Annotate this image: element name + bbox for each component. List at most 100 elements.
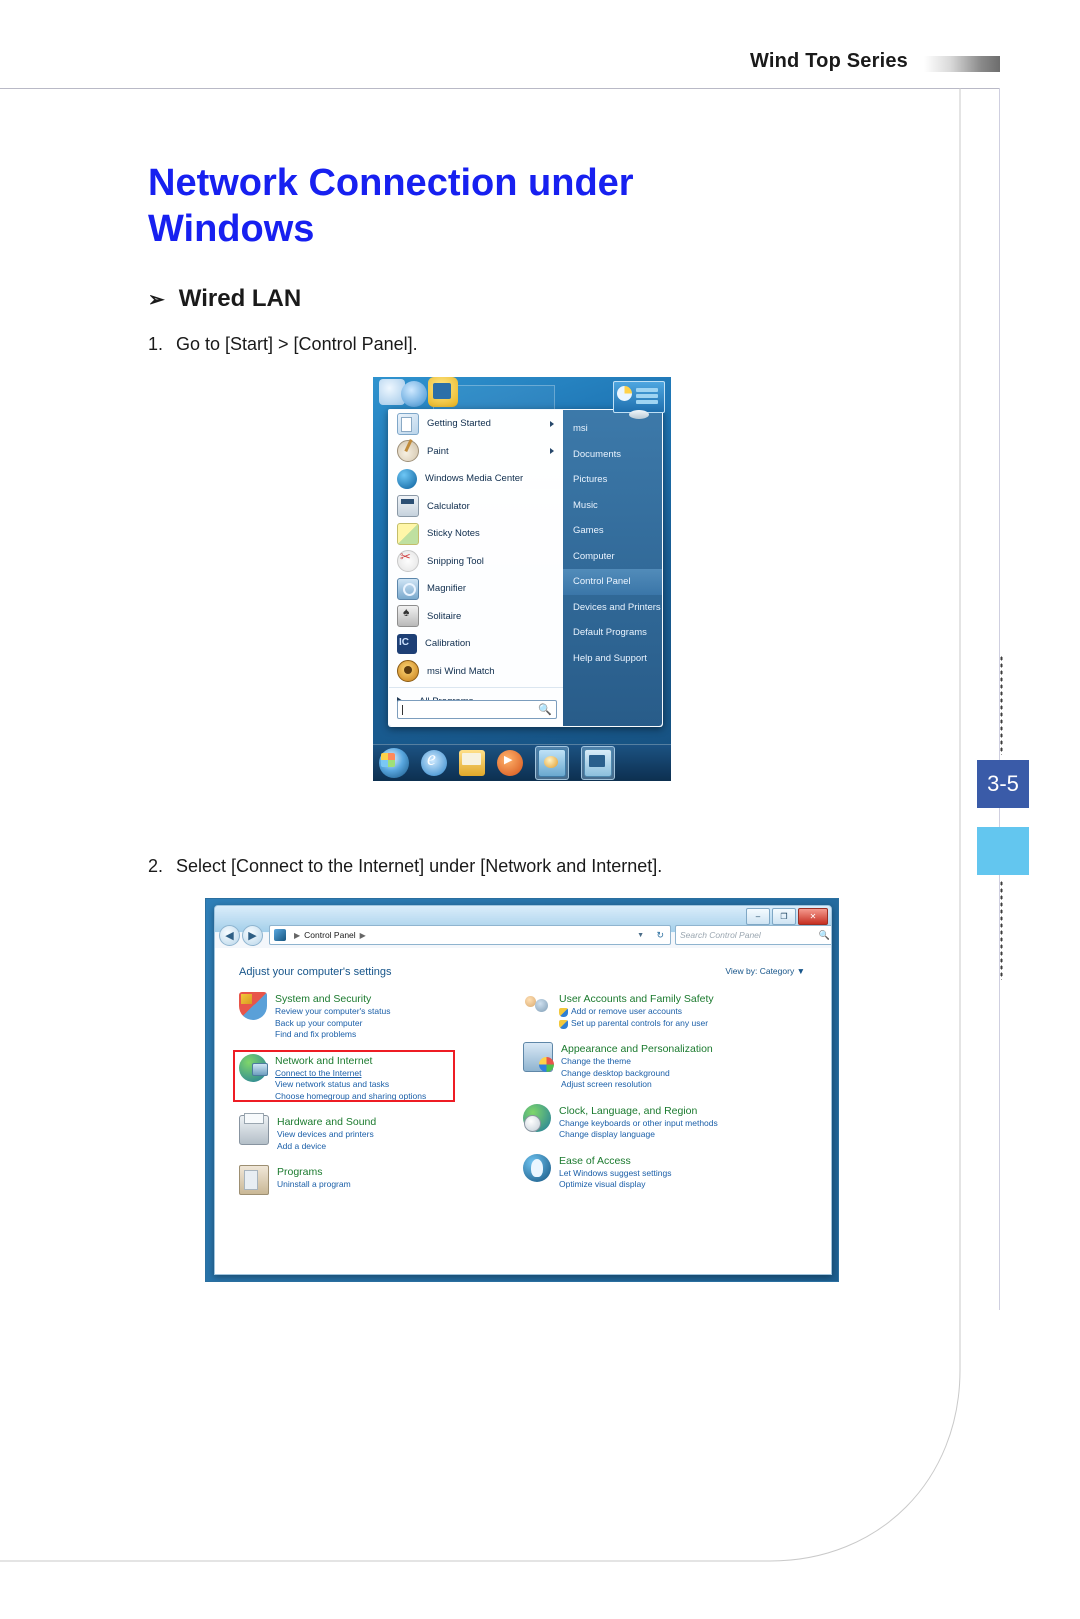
address-bar[interactable]: ▶ Control Panel ▶ ▼ ↻	[269, 925, 671, 945]
category-title[interactable]: User Accounts and Family Safety	[559, 992, 714, 1006]
start-menu-place-label: msi	[573, 423, 588, 435]
category-ease-of-access[interactable]: Ease of Access Let Windows suggest settin…	[523, 1153, 783, 1191]
address-dropdown-icon[interactable]: ▼	[637, 932, 644, 939]
view-by-control[interactable]: View by: Category ▼	[725, 966, 805, 976]
start-menu-place-documents[interactable]: Documents	[563, 442, 662, 468]
category-link[interactable]: Back up your computer	[275, 1018, 390, 1030]
forward-button[interactable]: ▶	[242, 924, 263, 946]
start-menu-item-magnifier[interactable]: Magnifier	[389, 575, 563, 603]
category-title[interactable]: System and Security	[275, 992, 390, 1006]
start-menu-item-getting-started[interactable]: Getting Started	[389, 410, 563, 438]
category-network-and-internet[interactable]: Network and Internet Connect to the Inter…	[233, 1049, 499, 1103]
category-title[interactable]: Programs	[277, 1165, 351, 1179]
category-link[interactable]: Let Windows suggest settings	[559, 1168, 671, 1180]
start-menu-place-help-and-support[interactable]: Help and Support	[563, 646, 662, 672]
search-caret	[402, 704, 403, 715]
navigation-bar: ◀ ▶ ▶ Control Panel ▶ ▼ ↻ Search Control…	[215, 924, 831, 946]
start-menu-item-label: Solitaire	[427, 610, 462, 622]
maximize-button[interactable]: ❐	[772, 908, 796, 925]
taskbar-active-app-1[interactable]	[535, 746, 569, 780]
category-link[interactable]: Adjust screen resolution	[561, 1079, 713, 1091]
category-link[interactable]: Optimize visual display	[559, 1179, 671, 1191]
start-menu-item-solitaire[interactable]: Solitaire	[389, 603, 563, 631]
refresh-icon[interactable]: ↻	[656, 930, 664, 941]
category-link[interactable]: Review your computer's status	[275, 1006, 390, 1018]
user-picture-line-3	[636, 400, 658, 404]
breadcrumb-separator-1: ▶	[294, 930, 301, 940]
start-menu-item-msi-wind-match[interactable]: msi Wind Match	[389, 658, 563, 686]
minimize-button[interactable]: –	[746, 908, 770, 925]
start-menu-item-paint[interactable]: Paint	[389, 438, 563, 466]
start-menu-programs-column: Getting Started Paint Windows Media Center…	[389, 410, 564, 726]
start-menu-item-calculator[interactable]: Calculator	[389, 493, 563, 521]
start-menu-item-label: Paint	[427, 445, 449, 457]
user-picture-line-1	[636, 388, 658, 392]
start-menu-place-pictures[interactable]: Pictures	[563, 467, 662, 493]
start-menu-place-games[interactable]: Games	[563, 518, 662, 544]
start-menu-item-sticky-notes[interactable]: Sticky Notes	[389, 520, 563, 548]
control-panel-body: Adjust your computer's settings View by:…	[215, 948, 831, 1274]
start-menu-place-label: Music	[573, 499, 598, 511]
category-clock-language-and-region[interactable]: Clock, Language, and Region Change keyboa…	[523, 1103, 783, 1141]
category-columns: System and Security Review your computer'…	[233, 992, 807, 1208]
category-link[interactable]: Find and fix problems	[275, 1029, 390, 1041]
taskbar-active-app-2[interactable]	[581, 746, 615, 780]
page-marker-dots-top	[1000, 655, 1003, 755]
category-title[interactable]: Hardware and Sound	[277, 1115, 376, 1129]
page-header-title: Wind Top Series	[749, 50, 908, 72]
category-appearance-and-personalization[interactable]: Appearance and Personalization Change the…	[523, 1042, 783, 1091]
step-1-number: 1.	[148, 334, 164, 354]
start-menu-place-control-panel[interactable]: Control Panel	[563, 569, 662, 595]
start-menu-item-calibration[interactable]: Calibration	[389, 630, 563, 658]
start-menu-item-label: Calculator	[427, 500, 470, 512]
close-button[interactable]: ✕	[798, 908, 828, 925]
control-panel-search-input[interactable]: Search Control Panel 🔍	[675, 925, 831, 945]
step-2-number: 2.	[148, 856, 164, 876]
control-panel-screenshot: – ❐ ✕ ◀ ▶ ▶ Control Panel ▶ ▼ ↻ Search C…	[205, 898, 839, 1282]
start-menu-place-devices-and-printers[interactable]: Devices and Printers	[563, 595, 662, 621]
back-button[interactable]: ◀	[219, 924, 240, 946]
category-title[interactable]: Ease of Access	[559, 1154, 671, 1168]
category-link[interactable]: Change desktop background	[561, 1068, 713, 1080]
category-title[interactable]: Clock, Language, and Region	[559, 1104, 718, 1118]
start-menu-item-snipping-tool[interactable]: Snipping Tool	[389, 548, 563, 576]
category-link[interactable]: Add or remove user accounts	[559, 1006, 714, 1018]
media-player-icon[interactable]	[497, 750, 523, 776]
category-user-accounts-and-family-safety[interactable]: User Accounts and Family Safety Add or re…	[523, 992, 783, 1029]
magnifier-icon	[397, 577, 419, 600]
calibration-icon	[397, 633, 417, 654]
category-link[interactable]: Change display language	[559, 1129, 718, 1141]
start-menu-item-windows-media-center[interactable]: Windows Media Center	[389, 465, 563, 493]
category-link[interactable]: Change keyboards or other input methods	[559, 1118, 718, 1130]
category-title[interactable]: Appearance and Personalization	[561, 1042, 713, 1056]
system-security-icon	[239, 992, 267, 1020]
start-menu-search-input[interactable]: 🔍	[397, 700, 557, 719]
internet-explorer-icon[interactable]	[421, 748, 447, 776]
category-system-and-security[interactable]: System and Security Review your computer'…	[239, 992, 499, 1041]
category-link[interactable]: View devices and printers	[277, 1129, 376, 1141]
section-heading-label: Wired LAN	[178, 285, 302, 312]
category-hardware-and-sound[interactable]: Hardware and Sound View devices and print…	[239, 1113, 499, 1153]
start-menu-place-label: Control Panel	[573, 576, 631, 588]
start-menu-item-label: Sticky Notes	[427, 528, 480, 540]
header-gradient-bar	[924, 56, 1000, 72]
category-link[interactable]: Add a device	[277, 1141, 376, 1153]
windows-explorer-icon[interactable]	[459, 750, 485, 776]
user-account-picture[interactable]	[613, 381, 665, 421]
start-menu-place-music[interactable]: Music	[563, 493, 662, 519]
category-link[interactable]: Change the theme	[561, 1056, 713, 1068]
control-panel-icon	[274, 929, 286, 941]
category-link[interactable]: Set up parental controls for any user	[559, 1018, 714, 1030]
category-link[interactable]: Uninstall a program	[277, 1179, 351, 1191]
start-menu-item-label: Calibration	[425, 638, 471, 650]
category-programs[interactable]: Programs Uninstall a program	[239, 1165, 499, 1195]
start-menu-place-default-programs[interactable]: Default Programs	[563, 620, 662, 646]
appearance-icon	[523, 1042, 554, 1072]
start-menu-place-label: Help and Support	[573, 652, 647, 664]
start-orb-icon[interactable]	[379, 748, 409, 778]
user-picture-line-2	[636, 394, 658, 398]
category-column-right: User Accounts and Family Safety Add or re…	[523, 992, 783, 1208]
start-menu-place-computer[interactable]: Computer	[563, 544, 662, 570]
clock-language-icon	[523, 1103, 551, 1132]
programs-icon	[239, 1165, 269, 1195]
